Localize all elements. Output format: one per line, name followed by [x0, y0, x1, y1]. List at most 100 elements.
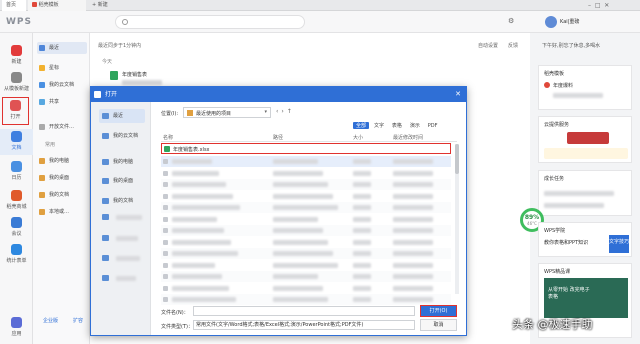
table-row[interactable] — [161, 179, 451, 190]
filetype-value: 常用文件(文字/Word格式;表格/Excel格式;演示/PowerPoint格… — [196, 322, 364, 328]
open-dialog: 打开 ✕ 最近 我的云文档 我的电脑 我的桌面 我的文档 位置(I): 最近使用… — [90, 86, 467, 336]
col-size[interactable]: 大小 — [353, 134, 363, 141]
filter-ppt[interactable]: 演示 — [407, 122, 423, 129]
filter-word[interactable]: 文字 — [371, 122, 387, 129]
sidebar-item-desktop[interactable]: 我的桌面 — [37, 172, 87, 184]
filetype-select[interactable]: 常用文件(文字/Word格式;表格/Excel格式;演示/PowerPoint格… — [193, 320, 415, 330]
table-row[interactable] — [161, 271, 451, 282]
table-row[interactable] — [161, 167, 451, 179]
table-row[interactable] — [161, 225, 451, 236]
open-button[interactable]: 打开(O) — [420, 305, 457, 317]
dialog-title: 打开 — [105, 91, 118, 98]
window-controls[interactable]: – □ ✕ — [588, 2, 609, 9]
close-icon[interactable]: ✕ — [455, 87, 461, 102]
nav-open[interactable]: 打开 — [2, 97, 29, 125]
scrollbar-thumb[interactable] — [455, 144, 459, 174]
dialog-side-recent[interactable]: 最近 — [99, 109, 145, 123]
tab-home[interactable]: 首页 — [2, 0, 26, 11]
table-row[interactable] — [161, 259, 451, 271]
table-row[interactable] — [161, 156, 451, 167]
nav-documents[interactable]: 文档 — [0, 129, 33, 155]
nav-arrows-icon[interactable]: ‹›↑ — [276, 108, 295, 115]
col-path[interactable]: 路径 — [273, 134, 283, 141]
tab-template[interactable]: 稻壳模板 — [28, 0, 86, 11]
sidebar-item-mydocs[interactable]: 我的文档 — [37, 189, 87, 201]
nav-documents-label: 文档 — [11, 145, 22, 151]
secondary-sidebar: 最近 星标 我的云文档 共享 开放文件… 常用 我的电脑 我的桌面 我的文档 本… — [33, 33, 90, 344]
dialog-side: 最近 我的云文档 我的电脑 我的桌面 我的文档 — [91, 102, 151, 335]
nav-meeting[interactable]: 会议 — [0, 215, 33, 241]
file-icon — [39, 124, 45, 130]
auto-settings[interactable]: 自动设置 — [478, 42, 498, 49]
card-cloud[interactable]: 云提供服务 — [538, 116, 632, 163]
cloud-icon — [39, 82, 45, 88]
table-row[interactable] — [161, 248, 451, 259]
dialog-titlebar: 打开 ✕ — [91, 87, 466, 102]
store-icon — [11, 190, 22, 201]
clock-icon — [102, 113, 109, 119]
file-icon — [163, 182, 168, 187]
nav-new-label: 新建 — [11, 59, 22, 65]
sidebar-item-computer[interactable]: 我的电脑 — [37, 155, 87, 167]
location-select[interactable]: 最近使用的项目 ▾ — [183, 107, 271, 118]
nav-new[interactable]: 新建 — [0, 43, 33, 69]
search-input[interactable] — [115, 15, 305, 29]
scrollbar[interactable] — [455, 144, 459, 294]
dialog-side-computer[interactable]: 我的电脑 — [99, 155, 145, 169]
card-academy[interactable]: WPS学院 教你表格和PPT知识 文字技巧 — [538, 222, 632, 257]
filter-sheet[interactable]: 表格 — [389, 122, 405, 129]
user-name[interactable]: Kai|重磅 — [560, 18, 579, 25]
dialog-side-label: 我的桌面 — [113, 178, 134, 184]
nav-apps[interactable]: 应用 — [0, 315, 33, 341]
avatar[interactable] — [545, 16, 557, 28]
card-title: WPS学院 — [544, 228, 566, 234]
file-icon — [163, 274, 168, 279]
nav-store[interactable]: 稻壳商城 — [0, 188, 33, 214]
cancel-button[interactable]: 取消 — [420, 319, 457, 331]
table-row-selected[interactable]: 年度销售表.xlsx — [161, 143, 451, 154]
table-row[interactable] — [161, 282, 451, 294]
table-row[interactable] — [161, 202, 451, 213]
table-row[interactable] — [161, 236, 451, 248]
sidebar-item-star[interactable]: 星标 — [37, 62, 87, 74]
spreadsheet-icon — [110, 71, 118, 80]
course-text: 从零开始 改完电子表格 — [548, 287, 590, 300]
file-name[interactable]: 年度销售表 — [122, 71, 147, 78]
feedback-link[interactable]: 反馈 — [508, 42, 518, 49]
nav-from-template[interactable]: 从模板新建 — [0, 70, 33, 96]
filter-pdf[interactable]: PDF — [425, 123, 441, 129]
table-row[interactable] — [161, 294, 451, 305]
tab-new[interactable]: + 新建 — [88, 0, 128, 11]
nav-calendar[interactable]: 日历 — [0, 159, 33, 185]
dialog-side-docs[interactable]: 我的文档 — [99, 194, 145, 208]
dialog-side-label: 我的云文档 — [113, 133, 139, 139]
table-row[interactable] — [161, 190, 451, 202]
filter-all[interactable]: 全部 — [353, 122, 370, 129]
filename-input[interactable] — [193, 306, 415, 316]
card-tasks[interactable]: 成长任务 — [538, 170, 632, 216]
new-icon — [11, 45, 22, 56]
col-modified[interactable]: 最近修改时间 — [393, 134, 423, 141]
apps-icon — [11, 317, 22, 328]
desktop-icon — [102, 178, 109, 184]
sidebar-item-recent-label: 最近 — [49, 45, 60, 51]
enterprise-link[interactable]: 企业版 — [43, 317, 58, 324]
meeting-icon — [11, 217, 22, 228]
settings-icon[interactable]: ⚙ — [508, 17, 514, 25]
sidebar-item-shared[interactable]: 共享 — [37, 96, 87, 108]
sidebar-item-local[interactable]: 本地或… — [37, 206, 87, 218]
dialog-side-cloud[interactable]: 我的云文档 — [99, 129, 145, 143]
card-templates[interactable]: 稻壳模板 年度爆料 — [538, 65, 632, 110]
expand-link[interactable]: 扩容 — [73, 317, 83, 324]
dialog-side-desktop[interactable]: 我的桌面 — [99, 174, 145, 188]
sidebar-item-recent[interactable]: 最近 — [37, 42, 87, 54]
sidebar-item-cloud[interactable]: 我的云文档 — [37, 79, 87, 91]
sidebar-item-open-file[interactable]: 开放文件… — [37, 121, 87, 133]
col-name[interactable]: 名称 — [163, 134, 173, 141]
document-icon — [11, 131, 22, 142]
sidebar-item-cloud-label: 我的云文档 — [49, 82, 75, 88]
table-row[interactable] — [161, 213, 451, 225]
nav-forms[interactable]: 统计表单 — [0, 242, 33, 268]
sync-note: 最近同步于1分钟内 — [98, 43, 142, 49]
folder-icon — [39, 175, 45, 181]
